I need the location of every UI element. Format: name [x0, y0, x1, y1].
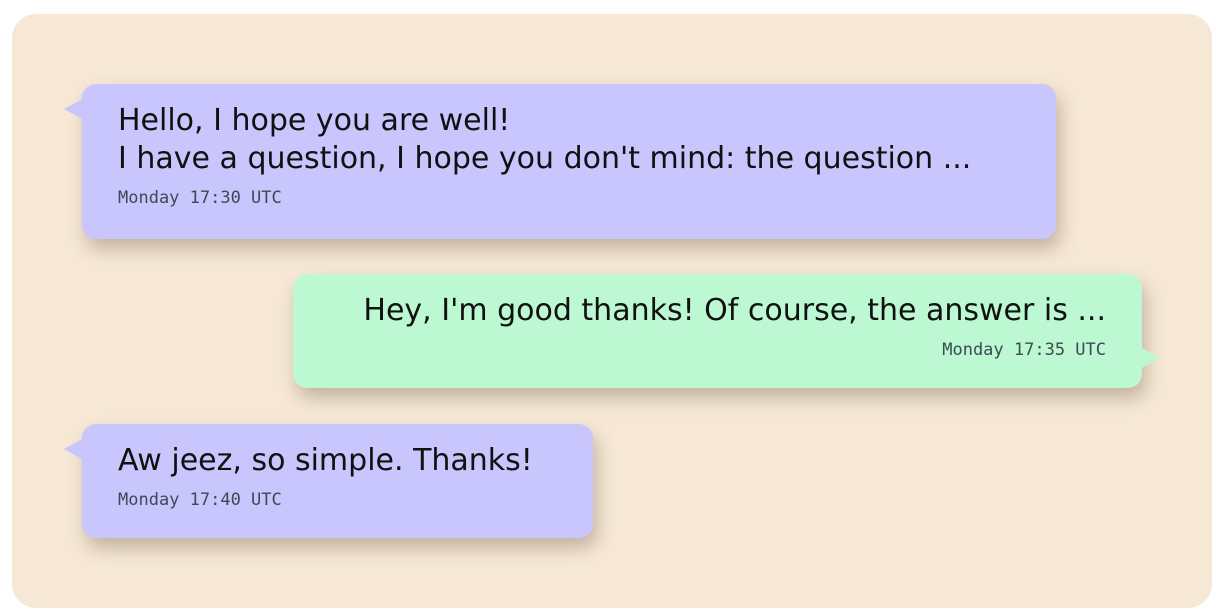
message-timestamp: Monday 17:30 UTC — [118, 188, 282, 208]
message-text-line: Aw jeez, so simple. Thanks! — [118, 443, 533, 478]
bubble-tail — [1140, 347, 1160, 369]
message-timestamp: Monday 17:35 UTC — [942, 340, 1106, 360]
chat-panel: Hello, I hope you are well! I have a que… — [12, 14, 1212, 608]
message-bubble-received[interactable]: Aw jeez, so simple. Thanks! Monday 17:40… — [64, 424, 593, 538]
message-text-line: Hey, I'm good thanks! Of course, the ans… — [363, 293, 1106, 328]
message-text-line: I have a question, I hope you don't mind… — [118, 141, 972, 176]
message-bubble-sent[interactable]: Hey, I'm good thanks! Of course, the ans… — [293, 274, 1160, 388]
message-bubble-received[interactable]: Hello, I hope you are well! I have a que… — [64, 84, 1056, 239]
message-timestamp: Monday 17:40 UTC — [118, 490, 282, 510]
bubble-tail — [64, 98, 84, 120]
bubble-tail — [64, 438, 84, 460]
message-text-line: Hello, I hope you are well! — [118, 103, 511, 138]
